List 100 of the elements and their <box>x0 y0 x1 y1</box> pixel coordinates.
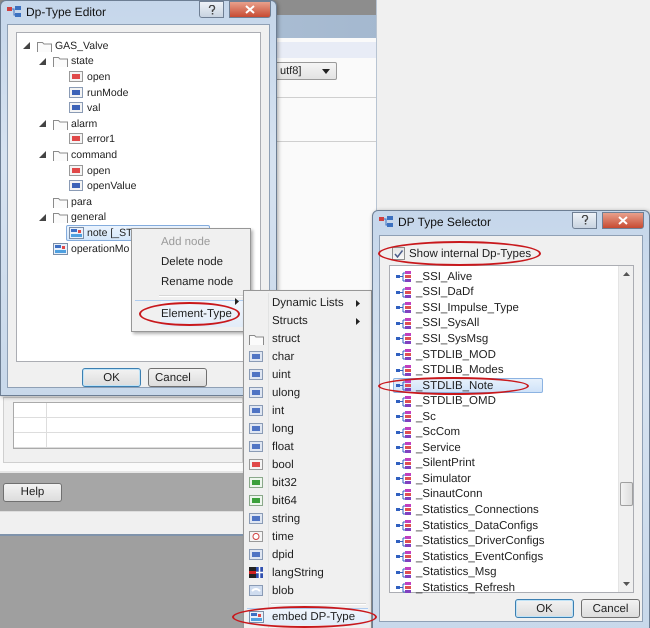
data-type-icon <box>69 164 84 177</box>
help-button[interactable] <box>572 212 597 228</box>
tree-item[interactable]: error1 <box>66 131 118 148</box>
tree-item[interactable]: operationMo <box>50 240 132 257</box>
list-item[interactable]: _Statistics_Msg <box>393 564 543 580</box>
menu-item[interactable]: Dynamic Lists <box>246 294 369 312</box>
menu-item[interactable]: blob <box>246 582 369 600</box>
data-type-icon <box>69 70 84 83</box>
menu-item[interactable]: string <box>246 510 369 528</box>
tree-item[interactable]: GAS_Valve <box>34 38 112 54</box>
node-tree-icon <box>396 286 411 298</box>
node-tree-icon <box>396 551 411 562</box>
collapse-arrow-icon[interactable] <box>39 58 46 65</box>
node-tree-icon <box>396 566 411 578</box>
list-item[interactable]: _STDLIB_MOD <box>393 346 543 362</box>
tree-item[interactable]: open <box>66 68 114 85</box>
list-item[interactable]: _ScCom <box>393 424 543 440</box>
folder-icon <box>53 148 68 161</box>
list-item[interactable]: _SinautConn <box>393 486 543 502</box>
collapse-arrow-icon[interactable] <box>39 151 46 158</box>
list-item[interactable]: _STDLIB_Modes <box>393 362 543 378</box>
data-type-icon <box>249 387 264 399</box>
list-item[interactable]: _Statistics_Connections <box>393 502 543 518</box>
node-tree-icon <box>396 442 411 454</box>
cancel-button[interactable]: Cancel <box>148 368 207 387</box>
menu-item[interactable]: dpid <box>246 546 369 564</box>
list-item[interactable]: _Statistics_DriverConfigs <box>393 533 543 549</box>
menu-item[interactable]: uint <box>246 366 369 384</box>
menu-item[interactable]: bool <box>246 456 369 474</box>
dp-type-icon <box>53 242 68 255</box>
list-item[interactable]: _Sc <box>393 408 543 424</box>
list-item[interactable]: _Simulator <box>393 471 543 487</box>
list-item[interactable]: _Service <box>393 440 543 456</box>
menu-item[interactable]: bit32 <box>246 474 369 492</box>
menu-item[interactable]: long <box>246 420 369 438</box>
menu-item[interactable]: time <box>246 528 369 546</box>
list-item[interactable]: _SSI_Impulse_Type <box>393 300 543 316</box>
app-icon <box>379 216 393 228</box>
tree-item[interactable]: val <box>66 100 104 116</box>
help-icon <box>208 4 216 14</box>
tree-item[interactable]: para <box>50 194 96 210</box>
close-button[interactable] <box>602 212 644 228</box>
collapse-arrow-icon[interactable] <box>39 214 46 221</box>
data-type-icon <box>249 441 264 453</box>
list-item[interactable]: _SSI_SysMsg <box>393 331 543 347</box>
data-type-icon <box>249 477 264 489</box>
menu-item[interactable]: int <box>246 402 369 420</box>
window-title: Dp-Type Editor <box>26 4 106 18</box>
tree-item[interactable]: command <box>50 146 120 163</box>
node-tree-icon <box>396 380 411 392</box>
tree-item[interactable]: openValue <box>66 178 140 194</box>
ok-button[interactable]: OK <box>515 599 574 618</box>
node-tree-icon <box>396 473 411 484</box>
menu-item[interactable]: Delete node <box>134 252 248 272</box>
tree-item[interactable]: runMode <box>66 84 132 101</box>
tree-item[interactable]: general <box>50 209 110 226</box>
tree-item[interactable]: alarm <box>50 116 100 132</box>
menu-item[interactable]: ulong <box>246 384 369 402</box>
list-item[interactable]: _Statistics_DataConfigs <box>393 518 543 534</box>
list-item[interactable]: _SSI_Alive <box>393 269 543 285</box>
tree-item[interactable]: open <box>66 162 114 179</box>
collapse-arrow-icon[interactable] <box>39 120 46 128</box>
help-button[interactable]: Help <box>3 482 62 502</box>
close-button[interactable] <box>229 1 271 18</box>
collapse-arrow-icon[interactable] <box>23 42 30 50</box>
list-item[interactable]: _SilentPrint <box>393 456 543 472</box>
scroll-thumb[interactable] <box>620 482 632 506</box>
data-type-icon <box>69 180 84 192</box>
app-icon <box>7 6 21 18</box>
data-type-icon <box>249 405 264 417</box>
node-tree-icon <box>396 488 411 500</box>
menu-item[interactable]: Structs <box>246 312 369 330</box>
menu-item[interactable]: struct <box>246 330 369 348</box>
list-item[interactable]: _SSI_SysAll <box>393 316 543 332</box>
window-title: DP Type Selector <box>398 215 491 229</box>
checkbox-label: Show internal Dp-Types <box>409 248 532 260</box>
menu-item[interactable]: embed DP-Type <box>246 600 369 626</box>
list-item[interactable]: _Statistics_EventConfigs <box>393 548 543 564</box>
dropdown-arrow-icon <box>322 68 330 74</box>
list-item[interactable]: _SSI_DaDf <box>393 284 543 300</box>
close-icon <box>245 5 255 14</box>
tree-item[interactable]: state <box>50 53 97 70</box>
checkbox[interactable] <box>392 247 405 260</box>
check-icon <box>394 250 403 258</box>
ok-button[interactable]: OK <box>82 368 141 387</box>
menu-item[interactable]: float <box>246 438 369 456</box>
menu-item[interactable]: char <box>246 348 369 366</box>
cancel-button[interactable]: Cancel <box>581 599 640 618</box>
submenu-arrow-icon <box>356 318 360 325</box>
folder-icon <box>53 118 68 130</box>
submenu-arrow-icon <box>235 298 239 305</box>
menu-item[interactable]: bit64 <box>246 492 369 510</box>
list-item[interactable]: _Statistics_Refresh <box>393 580 543 596</box>
clock-icon <box>249 531 264 543</box>
list-item[interactable]: _STDLIB_OMD <box>393 393 543 409</box>
menu-item[interactable]: Rename node <box>134 272 248 292</box>
help-button[interactable] <box>199 1 224 18</box>
scrollbar[interactable] <box>618 266 633 592</box>
menu-item[interactable]: langString <box>246 564 369 582</box>
node-tree-icon <box>396 520 411 532</box>
